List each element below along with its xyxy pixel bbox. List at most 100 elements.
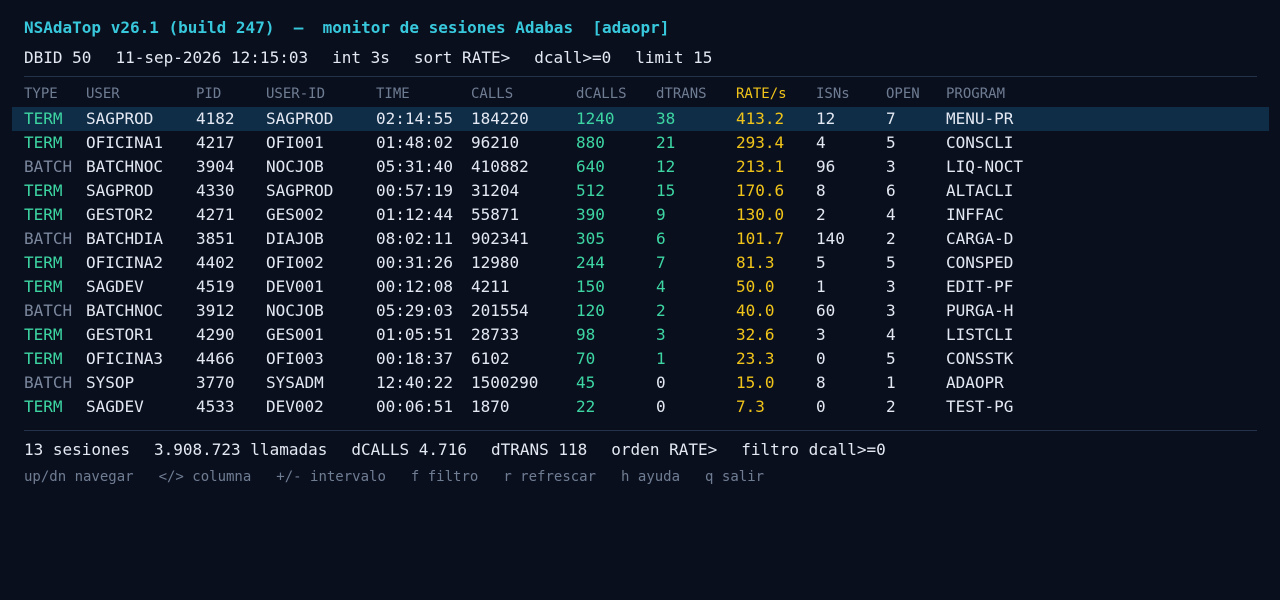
table-row[interactable]: TERM OFICINA2 4402 OFI002 00:31:26 12980 244 7 8… [0,251,1280,275]
cell-user: OFICINA3 [86,349,164,368]
cell-program: CONSPED [946,253,1014,272]
interval-status: int 3s [332,48,390,67]
table-row[interactable]: TERM GESTOR2 4271 GES002 01:12:44 55871 390 9 13… [0,203,1280,227]
cell-isns: 12 [816,109,836,128]
column-header-user-id[interactable]: USER-ID [266,82,325,106]
cell-user: BATCHNOC [86,157,164,176]
cell-dtrans: 3 [656,325,666,344]
cell-pid: 4290 [196,325,235,344]
cell-isns: 8 [816,373,826,392]
cell-calls: 1870 [471,397,510,416]
cell-type: TERM [24,253,63,272]
cell-open: 5 [886,349,896,368]
column-header-row: TYPE USER PID USER-ID TIME CALLS dCALLS … [0,82,1280,106]
cell-type: TERM [24,277,63,296]
cell-rate: 130.0 [736,205,785,224]
datetime-status: 11-sep-2026 12:15:03 [115,48,309,67]
column-header-calls[interactable]: CALLS [471,82,513,106]
total-calls: 3.908.723 llamadas [153,440,328,459]
cell-calls: 96210 [471,133,520,152]
cell-program: ALTACLI [946,181,1014,200]
table-row[interactable]: TERM SAGDEV 4533 DEV002 00:06:51 1870 22 0 7.3 0 2… [0,395,1280,419]
cell-pid: 4519 [196,277,235,296]
cell-dtrans: 2 [656,301,666,320]
cell-user-id: GES001 [266,325,324,344]
cell-dcalls: 150 [576,277,605,296]
cell-dtrans: 1 [656,349,666,368]
cell-time: 05:29:03 [376,301,454,320]
cell-rate: 40.0 [736,301,775,320]
cell-dcalls: 390 [576,205,605,224]
cell-dcalls: 244 [576,253,605,272]
column-header-dtrans[interactable]: dTRANS [656,82,707,106]
column-header-time[interactable]: TIME [376,82,410,106]
cell-type: TERM [24,205,63,224]
table-row-selected[interactable]: TERM SAGPROD 4182 SAGPROD 02:14:55 184220 1240… [0,107,1280,131]
cell-user-id: SAGPROD [266,109,334,128]
cell-type: BATCH [24,301,73,320]
table-row[interactable]: TERM SAGDEV 4519 DEV001 00:12:08 4211 150 4 50.0… [0,275,1280,299]
column-header-program[interactable]: PROGRAM [946,82,1005,106]
column-header-open[interactable]: OPEN [886,82,920,106]
cell-user-id: DEV002 [266,397,324,416]
cell-dtrans: 12 [656,157,676,176]
cell-calls: 4211 [471,277,510,296]
cell-time: 01:48:02 [376,133,454,152]
table-row[interactable]: TERM GESTOR1 4290 GES001 01:05:51 28733 98 3 32.… [0,323,1280,347]
key-hint-help: h ayuda [621,469,681,485]
cell-isns: 5 [816,253,826,272]
table-row[interactable]: TERM OFICINA3 4466 OFI003 00:18:37 6102 70 1 23.… [0,347,1280,371]
table-row[interactable]: BATCH SYSOP 3770 SYSADM 12:40:22 1500290 45 0 15… [0,371,1280,395]
cell-program: MENU-PR [946,109,1014,128]
cell-rate: 7.3 [736,397,765,416]
cell-program: INFFAC [946,205,1004,224]
column-header-type[interactable]: TYPE [24,82,58,106]
cell-user: SAGDEV [86,277,144,296]
table-row[interactable]: TERM SAGPROD 4330 SAGPROD 00:57:19 31204 512 15… [0,179,1280,203]
cell-time: 00:18:37 [376,349,454,368]
cell-type: BATCH [24,373,73,392]
total-dcalls: dCALLS 4.716 [351,440,467,459]
cell-dtrans: 4 [656,277,666,296]
cell-user-id: DEV001 [266,277,324,296]
column-header-rate[interactable]: RATE/s [736,82,787,106]
cell-calls: 55871 [471,205,520,224]
cell-pid: 4217 [196,133,235,152]
table-row[interactable]: BATCH BATCHDIA 3851 DIAJOB 08:02:11 902341 305… [0,227,1280,251]
limit-status: limit 15 [635,48,713,67]
cell-pid: 3904 [196,157,235,176]
cell-type: TERM [24,181,63,200]
column-header-isns[interactable]: ISNs [816,82,850,106]
cell-open: 2 [886,229,896,248]
cell-isns: 3 [816,325,826,344]
cell-dtrans: 21 [656,133,676,152]
cell-calls: 12980 [471,253,520,272]
cell-dtrans: 0 [656,373,666,392]
cell-time: 12:40:22 [376,373,454,392]
active-filter: filtro dcall>=0 [741,440,886,459]
cell-time: 00:57:19 [376,181,454,200]
header-divider [24,76,1257,77]
cell-time: 05:31:40 [376,157,454,176]
cell-user: SAGPROD [86,109,154,128]
column-header-pid[interactable]: PID [196,82,221,106]
cell-rate: 32.6 [736,325,775,344]
cell-user-id: SYSADM [266,373,324,392]
cell-isns: 0 [816,349,826,368]
cell-user-id: DIAJOB [266,229,324,248]
total-dtrans: dTRANS 118 [490,440,588,459]
cell-calls: 410882 [471,157,529,176]
cell-dcalls: 880 [576,133,605,152]
cell-open: 3 [886,301,896,320]
table-row[interactable]: BATCH BATCHNOC 3904 NOCJOB 05:31:40 410882 640… [0,155,1280,179]
column-header-user[interactable]: USER [86,82,120,106]
cell-type: TERM [24,133,63,152]
cell-program: LISTCLI [946,325,1014,344]
cell-user: BATCHDIA [86,229,164,248]
table-row[interactable]: BATCH BATCHNOC 3912 NOCJOB 05:29:03 201554 120… [0,299,1280,323]
cell-rate: 213.1 [736,157,785,176]
sort-status: sort RATE> [413,48,511,67]
column-header-dcalls[interactable]: dCALLS [576,82,627,106]
cell-calls: 6102 [471,349,510,368]
table-row[interactable]: TERM OFICINA1 4217 OFI001 01:48:02 96210 880 21… [0,131,1280,155]
